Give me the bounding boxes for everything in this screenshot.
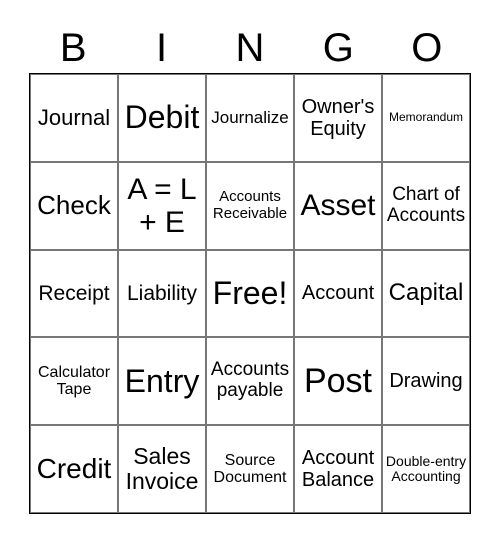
bingo-cell[interactable]: Accounts payable xyxy=(206,337,294,426)
bingo-cell[interactable]: Check xyxy=(30,161,118,250)
header-letter-g: G xyxy=(322,26,354,70)
bingo-header: B I N G O xyxy=(29,22,471,74)
bingo-cell[interactable]: Journalize xyxy=(206,74,294,162)
bingo-cell[interactable]: Asset xyxy=(294,161,382,250)
bingo-cell[interactable]: Sales Invoice xyxy=(118,425,206,513)
header-letter-b: B xyxy=(59,26,87,70)
bingo-cell[interactable]: A = L + E xyxy=(118,161,206,250)
bingo-cell[interactable]: Account xyxy=(294,249,382,338)
bingo-cell[interactable]: Post xyxy=(294,337,382,426)
bingo-cell[interactable]: Memorandum xyxy=(382,74,470,162)
bingo-cell[interactable]: Drawing xyxy=(382,337,470,426)
bingo-cell[interactable]: Credit xyxy=(30,425,118,513)
header-letter-n: N xyxy=(235,26,265,70)
header-letter-o: O xyxy=(411,26,443,70)
bingo-cell[interactable]: Chart of Accounts xyxy=(382,161,470,250)
bingo-cell[interactable]: Receipt xyxy=(30,249,118,338)
bingo-cell[interactable]: Capital xyxy=(382,249,470,338)
bingo-cell[interactable]: Liability xyxy=(118,249,206,338)
bingo-cell[interactable]: Accounts Receivable xyxy=(206,161,294,250)
bingo-cell[interactable]: Free! xyxy=(206,249,294,338)
bingo-cell[interactable]: Calculator Tape xyxy=(30,337,118,426)
bingo-cell[interactable]: Owner's Equity xyxy=(294,74,382,162)
bingo-cell[interactable]: Debit xyxy=(118,74,206,162)
bingo-cell[interactable]: Double-entry Accounting xyxy=(382,425,470,513)
bingo-grid: Journal Debit Journalize Owner's Equity Memo… xyxy=(29,73,471,514)
bingo-cell[interactable]: Entry xyxy=(118,337,206,426)
header-letter-i: I xyxy=(156,26,168,70)
bingo-cell[interactable]: Account Balance xyxy=(294,425,382,513)
bingo-cell[interactable]: Source Document xyxy=(206,425,294,513)
bingo-cell[interactable]: Journal xyxy=(30,74,118,162)
